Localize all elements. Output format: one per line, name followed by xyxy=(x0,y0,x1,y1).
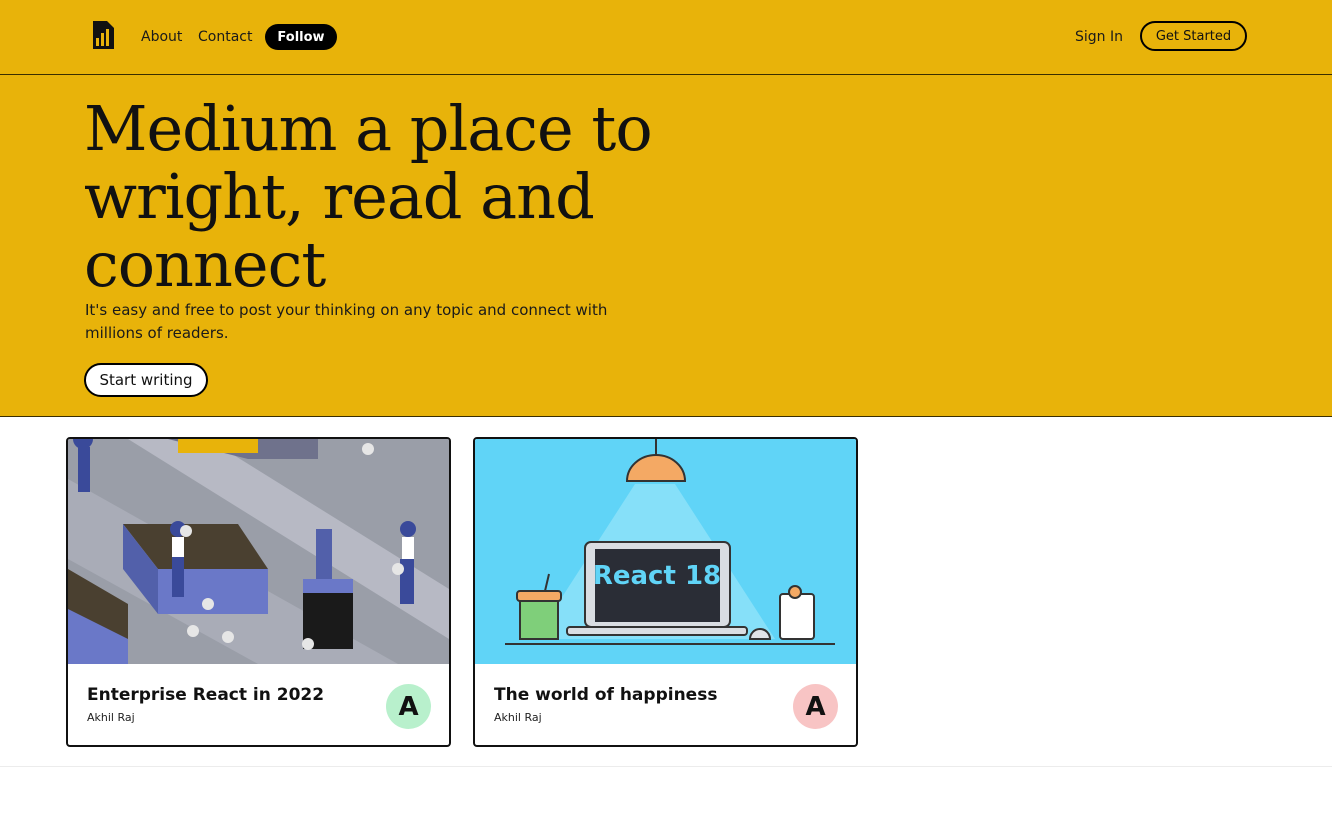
article-card[interactable]: Enterprise React in 2022 Akhil Raj A xyxy=(66,437,451,747)
follow-button[interactable]: Follow xyxy=(265,24,337,50)
hero-subtitle: It's easy and free to post your thinking… xyxy=(85,301,608,342)
hero-title: Medium a place to wright, read and conne… xyxy=(84,92,653,301)
get-started-button[interactable]: Get Started xyxy=(1140,21,1247,51)
avatar: A xyxy=(386,684,431,729)
factory-illustration-image xyxy=(68,439,449,664)
svg-text:React 18: React 18 xyxy=(593,561,721,591)
react-laptop-illustration-image: React 18 xyxy=(475,439,856,664)
nav-about-link[interactable]: About xyxy=(141,29,182,45)
article-title[interactable]: Enterprise React in 2022 xyxy=(87,685,324,705)
sign-in-link[interactable]: Sign In xyxy=(1075,29,1123,45)
section-divider xyxy=(0,766,1332,767)
article-author: Akhil Raj xyxy=(494,711,542,724)
hero-section: Medium a place to wright, read and conne… xyxy=(0,75,1332,417)
top-navigation-bar: About Contact Follow Sign In Get Started xyxy=(0,0,1332,75)
medium-logo-icon[interactable] xyxy=(91,20,116,51)
article-card[interactable]: React 18 The world of happiness Akhil Ra… xyxy=(473,437,858,747)
start-writing-button[interactable]: Start writing xyxy=(84,363,208,397)
article-title[interactable]: The world of happiness xyxy=(494,685,717,705)
avatar: A xyxy=(793,684,838,729)
article-author: Akhil Raj xyxy=(87,711,135,724)
nav-contact-link[interactable]: Contact xyxy=(198,29,252,45)
